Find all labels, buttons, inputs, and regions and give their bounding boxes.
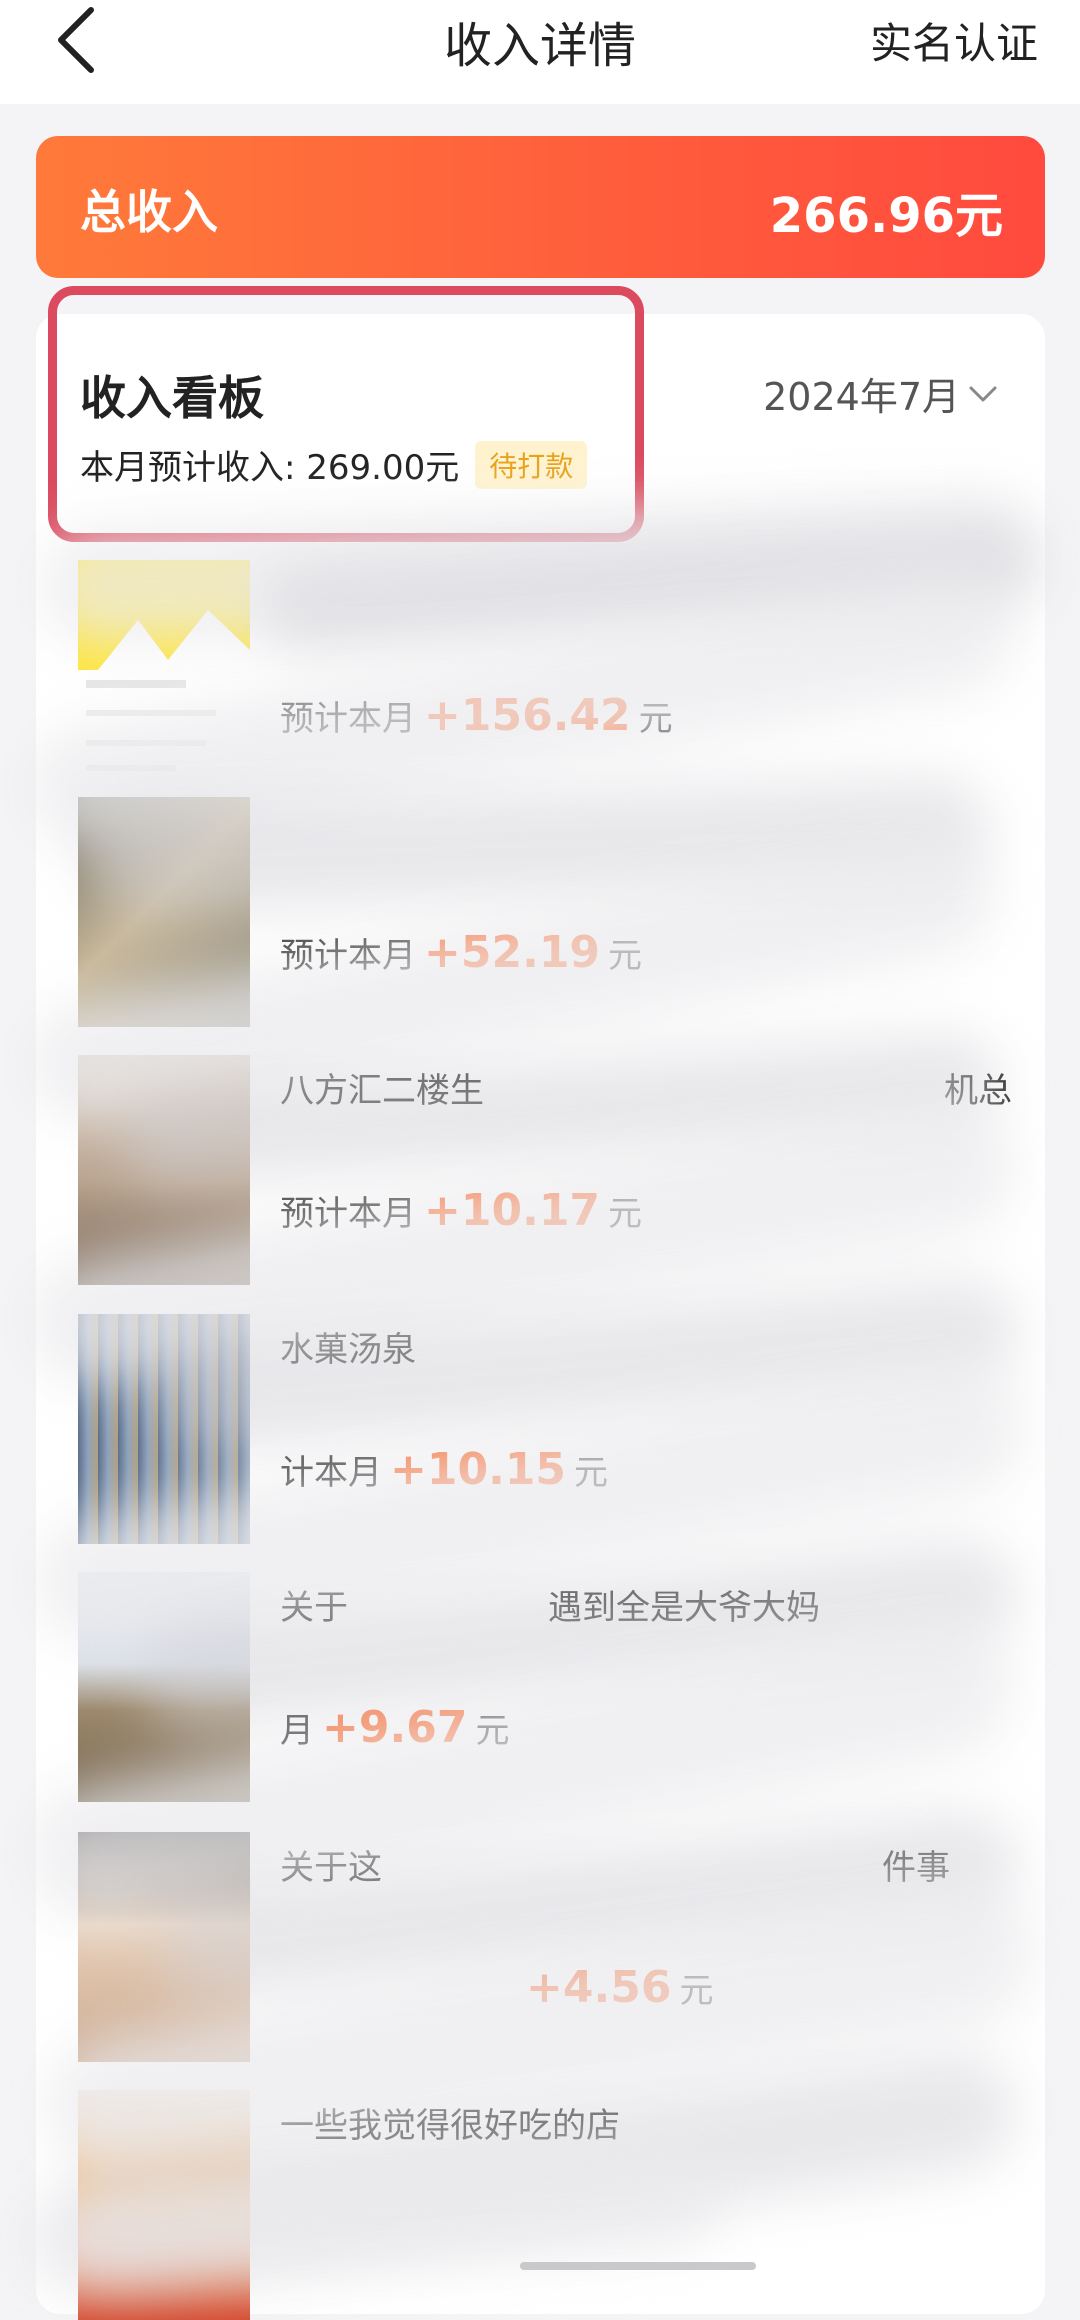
real-name-verify-link[interactable]: 实名认证 [870,10,1038,71]
list-item[interactable]: 一些我觉得很好吃的店 [78,2090,1008,2320]
item-income-unit: 元 [638,699,673,739]
item-income: 预计本月 +10.17 元 [280,1185,642,1236]
item-income-amount: +4.56 [526,1962,672,2013]
list-item[interactable]: 预计本月 +156.42 元 [78,560,1008,790]
item-thumbnail [78,1055,250,1285]
item-income-amount: +156.42 [424,690,631,741]
item-income-prefix: 预计本月 [280,699,416,739]
item-income-prefix: 月 [280,1711,314,1751]
item-title: 一些我觉得很好吃的店 [280,2106,620,2146]
item-income-unit: 元 [574,1453,609,1493]
item-thumbnail [78,1314,250,1544]
item-title: 关于这 件事 [280,1840,950,1889]
total-income-label: 总收入 [80,185,218,239]
item-income: 预计本月 +52.19 元 [280,927,642,978]
item-thumbnail [78,2090,250,2320]
item-income: 月 +9.67 元 [280,1702,509,1753]
total-income-amount: 266.96元 [769,188,1003,244]
item-thumbnail [78,560,250,790]
chevron-down-icon [969,386,997,401]
list-item[interactable]: 关于 遇到全是大爷大妈 月 +9.67 元 [78,1572,1008,1802]
item-income-unit: 元 [608,936,643,976]
item-income-unit: 元 [679,1971,714,2011]
item-title-tail: 遇到全是大爷大妈 [548,1588,820,1628]
item-income-unit: 元 [608,1194,643,1234]
item-title-tail: 件事 [882,1848,950,1888]
item-title: 关于 遇到全是大爷大妈 [280,1580,820,1629]
item-income-prefix: 预计本月 [280,1194,416,1234]
item-income: 预计本月 +156.42 元 [280,690,673,741]
item-income-amount: +9.67 [322,1702,468,1753]
item-income-amount: +52.19 [424,927,601,978]
item-income: 计本月 +10.15 元 [280,1444,608,1495]
list-item[interactable]: 预计本月 +52.19 元 [78,797,1008,1027]
list-item[interactable]: 水菓汤泉 计本月 +10.15 元 [78,1314,1008,1544]
item-thumbnail [78,797,250,1027]
item-income-prefix: 预计本月 [280,936,416,976]
item-title: 水菓汤泉 [280,1330,416,1370]
item-income: +4.56 元 [518,1962,713,2013]
item-thumbnail [78,1832,250,2062]
scrollbar[interactable] [520,2262,756,2270]
item-thumbnail [78,1572,250,1802]
top-nav-bar: 收入详情 实名认证 [0,0,1080,104]
month-selector-label: 2024年7月 [763,375,960,419]
highlight-annotation-box [48,286,644,542]
item-income-amount: +10.17 [424,1185,601,1236]
item-income-prefix: 计本月 [280,1453,382,1493]
list-item[interactable]: 关于这 件事 +4.56 元 [78,1832,1008,2062]
item-title-text: 关于这 [280,1848,382,1888]
item-title-text: 八方汇二楼生 [280,1071,484,1111]
item-income-unit: 元 [475,1711,510,1751]
total-income-banner: 总收入 266.96元 [36,136,1045,278]
item-title-text: 关于 [280,1588,348,1628]
item-title-tail: 机总 [944,1071,1012,1111]
list-item[interactable]: 八方汇二楼生 机总 预计本月 +10.17 元 [78,1055,1012,1285]
item-title: 八方汇二楼生 机总 [280,1063,1012,1112]
month-selector[interactable]: 2024年7月 [763,366,998,421]
item-income-amount: +10.15 [390,1444,567,1495]
